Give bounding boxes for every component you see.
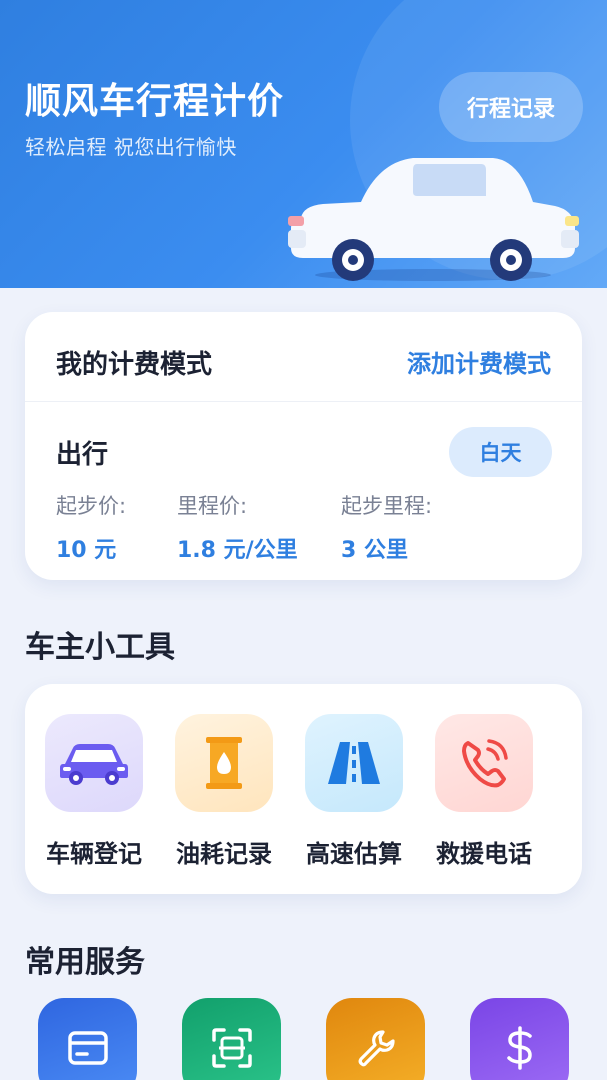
wrench-icon bbox=[358, 1029, 395, 1066]
start-price: 起步价: 10 元 bbox=[56, 490, 126, 564]
phone-icon bbox=[435, 714, 533, 812]
page-subtitle: 轻松启程 祝您出行愉快 bbox=[25, 135, 237, 159]
car-icon bbox=[45, 714, 143, 812]
mode-time-badge[interactable]: 白天 bbox=[449, 427, 552, 477]
scan-icon bbox=[211, 1027, 252, 1068]
price-label: 起步价: bbox=[56, 494, 127, 518]
hero-header: 顺风车行程计价 轻松启程 祝您出行愉快 行程记录 bbox=[0, 0, 607, 288]
dollar-icon bbox=[506, 1025, 532, 1070]
billing-mode-name: 出行 bbox=[56, 440, 109, 470]
price-value: 3 公里 bbox=[341, 538, 408, 563]
services-section-title: 常用服务 bbox=[25, 945, 145, 980]
tool-fuel-record[interactable]: 油耗记录 bbox=[164, 714, 284, 869]
service-scan-button[interactable] bbox=[182, 998, 281, 1080]
billing-header: 我的计费模式 添加计费模式 bbox=[25, 312, 582, 402]
billing-title: 我的计费模式 bbox=[56, 350, 213, 380]
add-billing-mode-link[interactable]: 添加计费模式 bbox=[407, 344, 551, 379]
start-distance: 起步里程: 3 公里 bbox=[341, 490, 432, 564]
mileage-price: 里程价: 1.8 元/公里 bbox=[177, 490, 298, 564]
service-card-button[interactable] bbox=[38, 998, 137, 1080]
tool-label: 救援电话 bbox=[436, 840, 532, 868]
price-label: 里程价: bbox=[177, 494, 248, 518]
tool-rescue-phone[interactable]: 救援电话 bbox=[424, 714, 544, 869]
tools-section-title: 车主小工具 bbox=[25, 630, 175, 665]
card-icon bbox=[67, 1030, 108, 1065]
car-illustration bbox=[288, 158, 579, 281]
tool-label: 高速估算 bbox=[306, 840, 402, 868]
price-label: 起步里程: bbox=[341, 494, 433, 518]
tool-highway-estimate[interactable]: 高速估算 bbox=[294, 714, 414, 869]
tool-label: 油耗记录 bbox=[176, 840, 272, 868]
tool-label: 车辆登记 bbox=[46, 840, 142, 868]
tools-card: 车辆登记 油耗记录 高速估算 救援电话 bbox=[25, 684, 582, 894]
service-payment-button[interactable] bbox=[470, 998, 569, 1080]
fuel-barrel-icon bbox=[175, 714, 273, 812]
price-value: 1.8 元/公里 bbox=[177, 538, 298, 563]
tool-vehicle-registration[interactable]: 车辆登记 bbox=[34, 714, 154, 869]
page-title: 顺风车行程计价 bbox=[25, 81, 285, 122]
highway-icon bbox=[305, 714, 403, 812]
service-repair-button[interactable] bbox=[326, 998, 425, 1080]
trip-record-button[interactable]: 行程记录 bbox=[439, 72, 583, 142]
price-value: 10 元 bbox=[56, 538, 117, 563]
